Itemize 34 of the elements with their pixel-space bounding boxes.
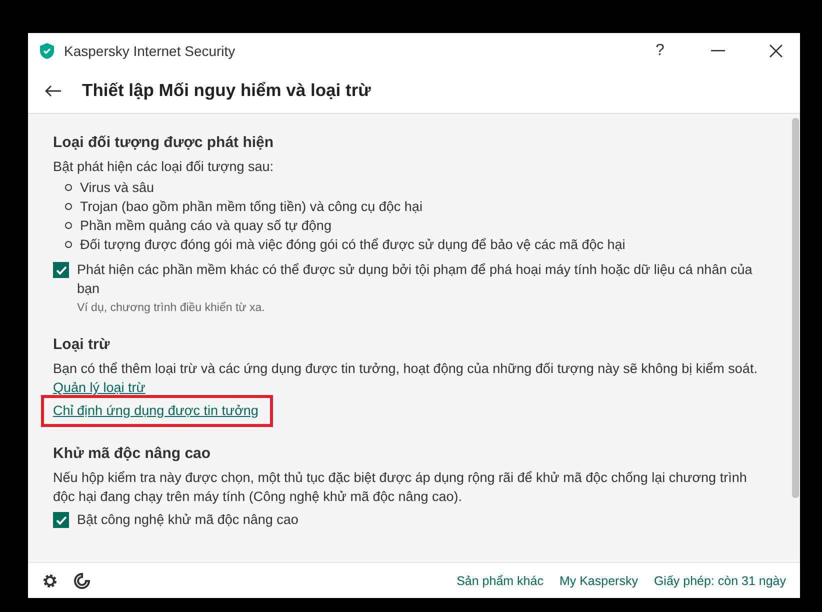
checkbox[interactable] xyxy=(53,512,69,528)
bullet-icon xyxy=(65,241,72,248)
section-description: Nếu hộp kiểm tra này được chọn, một thủ tục đặc biệt được áp dụng rộng rãi để khử mã độc chống lại chương trình độc hại đang chạy trên máy tính (Công nghệ khử mã độc nâng cao). xyxy=(53,469,748,506)
bullet-icon xyxy=(65,184,72,191)
bullet-icon xyxy=(65,222,72,229)
footer-link[interactable]: Giấy phép: còn 31 ngày xyxy=(654,574,786,588)
scrollbar-thumb[interactable] xyxy=(792,118,798,498)
checkbox[interactable] xyxy=(53,262,69,278)
section-description: Bạn có thể thêm loại trừ và các ứng dụng được tin tưởng, hoạt động của những đối tượng này sẽ không bị kiểm soát. xyxy=(53,360,758,378)
shield-icon xyxy=(40,42,54,58)
list-item: Đối tượng được đóng gói mà việc đóng gói có thể được sử dụng để bảo vệ các mã độc hại xyxy=(80,236,626,254)
section-description: Bật phát hiện các loại đối tượng sau: xyxy=(53,158,275,176)
checkbox-label: Bật công nghệ khử mã độc nâng cao xyxy=(77,511,298,529)
list-item: Trojan (bao gồm phần mềm tống tiền) và công cụ độc hại xyxy=(80,198,422,216)
minimize-icon xyxy=(711,50,725,52)
list-item: Virus và sâu xyxy=(80,179,154,197)
footer-link[interactable]: My Kaspersky xyxy=(559,574,638,588)
settings-icon[interactable] xyxy=(42,572,58,588)
bullet-icon xyxy=(65,203,72,210)
checkbox-label: Phát hiện các phần mềm khác có thể được sử dụng bởi tội phạm để phá hoại máy tính hoặc dữ liệu cá nhân của bạn xyxy=(77,261,754,298)
page-title: Thiết lập Mối nguy hiểm và loại trừ xyxy=(82,80,371,101)
section-title: Khử mã độc nâng cao xyxy=(53,445,212,462)
link[interactable]: Quản lý loại trừ xyxy=(53,380,146,395)
section-title: Loại trừ xyxy=(53,336,111,353)
window-title: Kaspersky Internet Security xyxy=(64,42,236,58)
list-item: Phần mềm quảng cáo và quay số tự động xyxy=(80,217,332,235)
close-icon xyxy=(769,44,783,58)
link[interactable]: Chỉ định ứng dụng được tin tưởng xyxy=(53,402,258,418)
help-button[interactable]: ? xyxy=(636,33,684,68)
footer-link[interactable]: Sản phẩm khác xyxy=(456,574,544,588)
back-button[interactable] xyxy=(44,84,62,96)
hint-text: Ví dụ, chương trình điều khiển từ xa. xyxy=(77,302,266,314)
section-title: Loại đối tượng được phát hiện xyxy=(53,134,275,151)
support-icon[interactable] xyxy=(74,572,90,588)
